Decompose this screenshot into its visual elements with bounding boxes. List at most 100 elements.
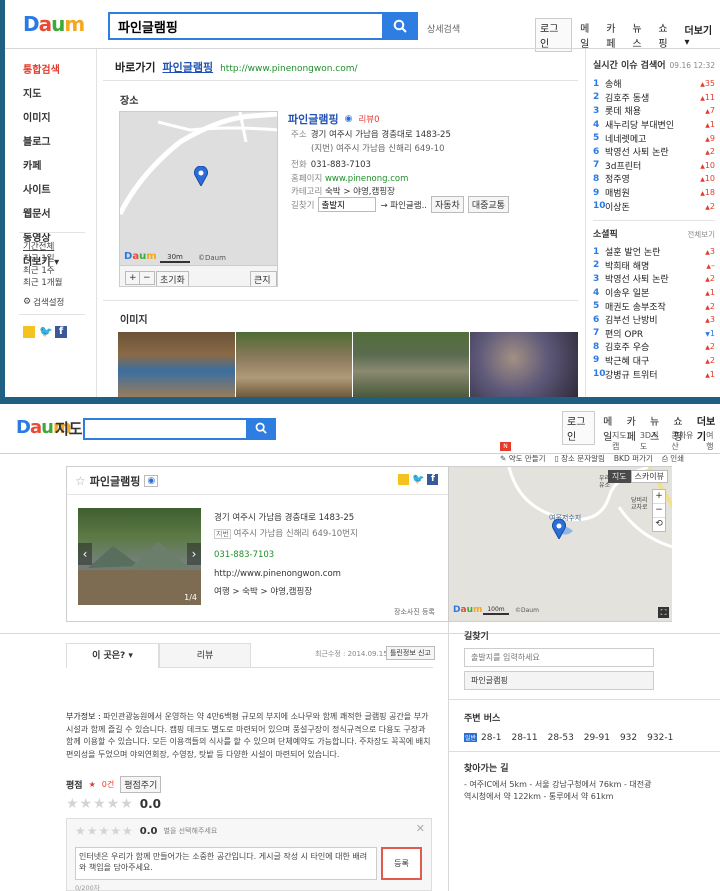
- zoom-out-button[interactable]: −: [139, 271, 155, 285]
- card-pin-icon[interactable]: ◉: [144, 474, 159, 487]
- issue-item[interactable]: 3 롯데 채용 ▲7: [593, 104, 715, 118]
- facebook-icon[interactable]: f: [55, 326, 67, 338]
- issue-item[interactable]: 8 정주영 ▲10: [593, 172, 715, 186]
- place-homepage[interactable]: www.pinenong.com: [325, 174, 408, 184]
- nav-image[interactable]: 이미지: [23, 109, 60, 124]
- period-month[interactable]: 최근 1개월: [23, 277, 62, 289]
- detail-search-link[interactable]: 상세검색: [427, 22, 460, 35]
- route-destination-field[interactable]: 파인글램핑: [464, 671, 654, 690]
- nav-site[interactable]: 사이트: [23, 181, 60, 196]
- comment-submit-button[interactable]: 등록: [381, 847, 422, 880]
- map-refresh[interactable]: ⟲: [653, 517, 665, 531]
- give-rating-button[interactable]: 평점주기: [120, 776, 162, 793]
- search-settings[interactable]: ⚙ 검색설정: [23, 296, 64, 308]
- review-count[interactable]: 리뷰0: [358, 113, 379, 125]
- comment-textarea[interactable]: 인터넷은 우리가 함께 만들어가는 소중한 공간입니다. 게시글 작성 시 타인…: [75, 847, 377, 880]
- nav-webdoc[interactable]: 웹문서: [23, 205, 60, 220]
- nav-integrated[interactable]: 통합검색: [23, 61, 60, 76]
- fullscreen-icon[interactable]: ⛶: [658, 607, 669, 618]
- social-more[interactable]: 전체보기: [687, 229, 715, 240]
- bus-line[interactable]: 932-1: [647, 733, 673, 743]
- issue-item[interactable]: 6 박영선 사퇴 논란 ▲2: [593, 145, 715, 159]
- login-button[interactable]: 로그인: [535, 18, 573, 52]
- shortcut-url[interactable]: http://www.pinenongwon.com/: [220, 64, 357, 74]
- twitter-icon[interactable]: 🐦: [412, 474, 424, 485]
- map-search-button[interactable]: [246, 418, 276, 440]
- issue-item[interactable]: 7 3d프린터 ▲10: [593, 159, 715, 173]
- bus-line[interactable]: 28-1: [481, 733, 501, 743]
- social-item[interactable]: 1 설훈 발언 논란 ▲3: [593, 245, 715, 259]
- transit-route-button[interactable]: 대중교통: [467, 196, 509, 213]
- kakaostory-icon[interactable]: [398, 474, 409, 485]
- photo-prev-button[interactable]: ‹: [78, 543, 92, 565]
- place-name[interactable]: 파인글램핑: [288, 111, 339, 127]
- social-item[interactable]: 2 박희태 해명 ▲–: [593, 259, 715, 273]
- issue-item[interactable]: 9 매범원 ▲18: [593, 186, 715, 200]
- place-photo[interactable]: ‹ › 1/4: [78, 508, 201, 605]
- image-thumb-3[interactable]: [353, 332, 469, 397]
- tool-sms[interactable]: ▯ 장소 문자알림: [555, 453, 605, 464]
- social-item[interactable]: 8 김호주 우승 ▲2: [593, 340, 715, 354]
- bus-line[interactable]: 28-53: [548, 733, 574, 743]
- period-all[interactable]: 기간전체: [23, 241, 62, 253]
- tool-share[interactable]: BKD 퍼가기: [614, 453, 653, 464]
- map-pin-icon[interactable]: [194, 165, 208, 189]
- social-item[interactable]: 5 매권도 송부조작 ▲2: [593, 299, 715, 313]
- mini-map[interactable]: Daum 30m ©Daum + − 초기화 큰지도: [119, 111, 278, 287]
- subnav-heritage[interactable]: 문화유산: [671, 430, 699, 452]
- tool-print[interactable]: ⎙ 인쇄: [662, 453, 684, 464]
- register-photo-link[interactable]: 장소사진 등록: [394, 607, 435, 617]
- car-route-button[interactable]: 자동차: [430, 196, 464, 213]
- issue-item[interactable]: 10 이상돈 ▲2: [593, 199, 715, 213]
- tab-about[interactable]: 이 곳은? ▾: [66, 643, 159, 668]
- place-map[interactable]: 지도 스카이뷰 + − ⟲ 여울저수지 우리남 주유소 당비리 교차로 Daum…: [448, 467, 672, 621]
- daum-logo[interactable]: Daum: [23, 12, 85, 36]
- search-input[interactable]: [110, 14, 380, 38]
- tool-sketch[interactable]: ✎ 약도 만들기: [500, 453, 546, 464]
- shortcut-name[interactable]: 파인글램핑: [162, 59, 213, 75]
- photo-next-button[interactable]: ›: [187, 543, 201, 565]
- close-icon[interactable]: ✕: [416, 822, 425, 835]
- report-error-button[interactable]: 틀린정보 신고: [386, 646, 435, 660]
- subnav-3d[interactable]: 3D지도: [640, 430, 665, 452]
- map-search-input[interactable]: [85, 420, 245, 438]
- comment-stars[interactable]: ★★★★★: [75, 824, 134, 838]
- tab-review[interactable]: 리뷰: [159, 643, 251, 668]
- period-week[interactable]: 최근 1주: [23, 265, 62, 277]
- social-item[interactable]: 7 편의 OPR ▼1: [593, 327, 715, 341]
- subnav-travel[interactable]: 여행: [706, 430, 720, 452]
- bus-line[interactable]: 29-91: [584, 733, 610, 743]
- image-thumb-4[interactable]: [470, 332, 578, 397]
- social-item[interactable]: 6 김부선 난방비 ▲3: [593, 313, 715, 327]
- origin-input[interactable]: [318, 197, 377, 212]
- bus-line[interactable]: 932: [620, 733, 637, 743]
- map-pin-icon[interactable]: [552, 518, 566, 542]
- subnav-sketch[interactable]: 지도캡: [612, 430, 633, 452]
- issue-item[interactable]: 5 네네렛메고 ▲9: [593, 131, 715, 145]
- period-day[interactable]: 최근 1일: [23, 253, 62, 265]
- bus-line[interactable]: 28-11: [511, 733, 537, 743]
- image-thumb-2[interactable]: [236, 332, 352, 397]
- twitter-icon[interactable]: 🐦: [39, 326, 53, 338]
- map-login-button[interactable]: 로그인: [562, 411, 596, 445]
- map-type-skyview[interactable]: 스카이뷰: [630, 470, 668, 483]
- nav-blog[interactable]: 블로그: [23, 133, 60, 148]
- issue-item[interactable]: 4 새누리당 부대변인 ▲1: [593, 118, 715, 132]
- social-item[interactable]: 9 박근혜 대구 ▲2: [593, 354, 715, 368]
- nav-map[interactable]: 지도: [23, 85, 60, 100]
- social-item[interactable]: 10 강병규 트위터 ▲1: [593, 367, 715, 381]
- map-zoom-in[interactable]: +: [653, 490, 665, 503]
- card-url[interactable]: http://www.pinenongwon.com: [214, 567, 358, 583]
- facebook-icon[interactable]: f: [427, 474, 439, 485]
- kakaostory-icon[interactable]: [23, 326, 35, 338]
- nav-cafe-left[interactable]: 카페: [23, 157, 60, 172]
- image-thumb-1[interactable]: [118, 332, 235, 397]
- map-zoom-out[interactable]: −: [653, 503, 665, 517]
- favorite-star-icon[interactable]: ☆: [75, 474, 86, 488]
- big-map-button[interactable]: 큰지도: [250, 271, 277, 286]
- social-item[interactable]: 3 박영선 사퇴 논란 ▲2: [593, 272, 715, 286]
- map-reset-button[interactable]: 초기화: [156, 271, 189, 286]
- social-item[interactable]: 4 이송우 일본 ▲1: [593, 286, 715, 300]
- nav-cafe[interactable]: 카페: [606, 20, 624, 50]
- search-button[interactable]: [382, 12, 418, 40]
